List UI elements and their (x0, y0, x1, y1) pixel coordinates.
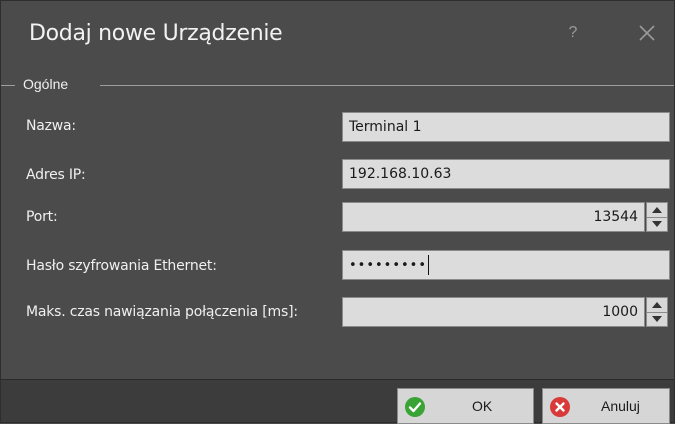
group-border-left (1, 85, 15, 86)
close-button[interactable] (633, 19, 661, 47)
arrow-down-icon (652, 316, 662, 322)
cancel-button[interactable]: Anuluj (542, 388, 670, 424)
name-field[interactable]: Terminal 1 (342, 112, 670, 142)
ok-button-label: OK (472, 398, 493, 414)
timeout-spinner (646, 297, 668, 327)
timeout-increment-button[interactable] (647, 298, 667, 313)
ip-field[interactable]: 192.168.10.63 (342, 159, 670, 189)
timeout-field[interactable]: 1000 (342, 297, 645, 327)
text-caret (428, 255, 430, 275)
arrow-down-icon (652, 221, 662, 227)
cancel-icon (550, 397, 570, 417)
add-device-dialog: Dodaj nowe Urządzenie ? Ogólne Nazwa: Te… (0, 0, 675, 424)
name-label: Nazwa: (26, 118, 76, 134)
port-label: Port: (26, 209, 58, 225)
password-value: ••••••••• (349, 258, 428, 273)
timeout-decrement-button[interactable] (647, 312, 667, 326)
dialog-title: Dodaj nowe Urządzenie (29, 21, 283, 46)
group-title: Ogólne (23, 76, 69, 92)
password-field[interactable]: ••••••••• (342, 250, 670, 280)
port-decrement-button[interactable] (647, 217, 667, 231)
arrow-up-icon (652, 207, 662, 213)
port-spinner (646, 202, 668, 232)
check-icon (405, 397, 425, 417)
close-icon (639, 25, 655, 41)
cancel-button-label: Anuluj (601, 398, 640, 414)
ok-button[interactable]: OK (397, 388, 534, 424)
timeout-label: Maks. czas nawiązania połączenia [ms]: (26, 304, 298, 320)
title-bar: Dodaj nowe Urządzenie ? (1, 1, 674, 71)
arrow-up-icon (652, 302, 662, 308)
port-field[interactable]: 13544 (342, 202, 645, 232)
ip-label: Adres IP: (26, 167, 86, 183)
password-label: Hasło szyfrowania Ethernet: (26, 258, 217, 274)
help-button[interactable]: ? (561, 21, 585, 45)
group-border-right (100, 85, 674, 86)
port-increment-button[interactable] (647, 203, 667, 218)
